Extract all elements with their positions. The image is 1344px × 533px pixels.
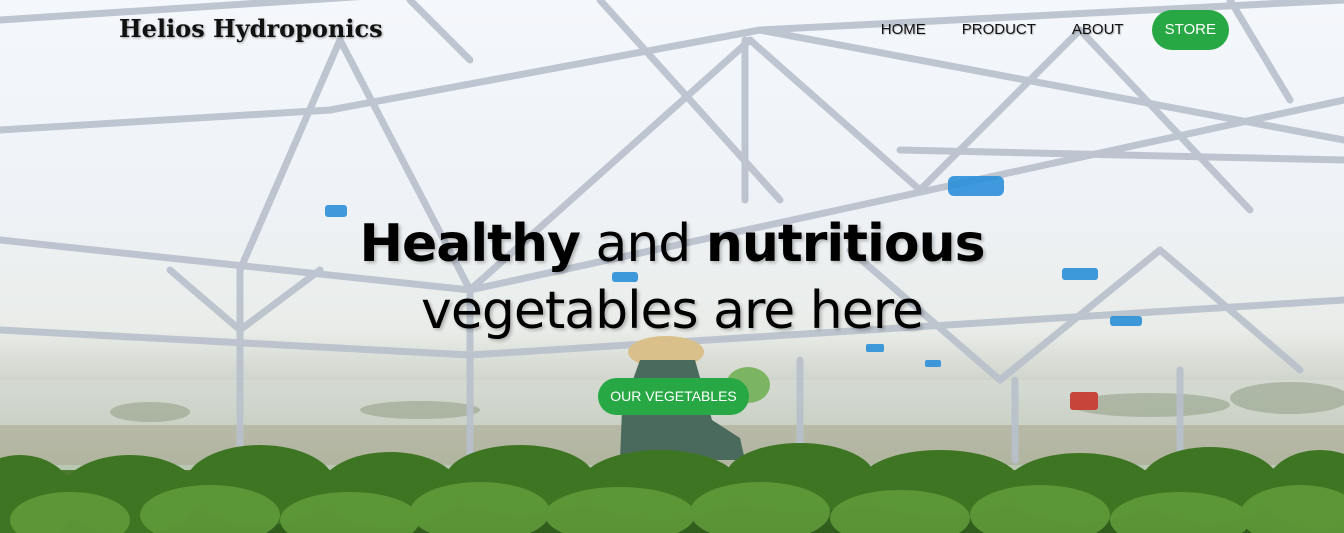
navbar: Helios Hydroponics HOME PRODUCT ABOUT ST… bbox=[0, 0, 1344, 62]
nav-product[interactable]: PRODUCT bbox=[944, 10, 1054, 50]
headline-and: and bbox=[579, 214, 706, 274]
headline-bold-nutritious: nutritious bbox=[705, 214, 986, 274]
headline-bold-healthy: Healthy bbox=[359, 214, 580, 274]
hero-section: Helios Hydroponics HOME PRODUCT ABOUT ST… bbox=[0, 0, 1344, 533]
store-button[interactable]: STORE bbox=[1151, 10, 1229, 50]
headline-line-2: vegetables are here bbox=[421, 281, 924, 341]
brand-logo[interactable]: Helios Hydroponics bbox=[119, 14, 383, 43]
our-vegetables-button[interactable]: OUR VEGETABLES bbox=[598, 378, 749, 415]
headline-line-1: Healthy and nutritious bbox=[0, 208, 1344, 280]
main-nav: HOME PRODUCT ABOUT STORE bbox=[863, 10, 1229, 50]
nav-about[interactable]: ABOUT bbox=[1054, 10, 1142, 50]
nav-home[interactable]: HOME bbox=[863, 10, 944, 50]
hero-headline: Healthy and nutritious vegetables are he… bbox=[0, 208, 1344, 342]
